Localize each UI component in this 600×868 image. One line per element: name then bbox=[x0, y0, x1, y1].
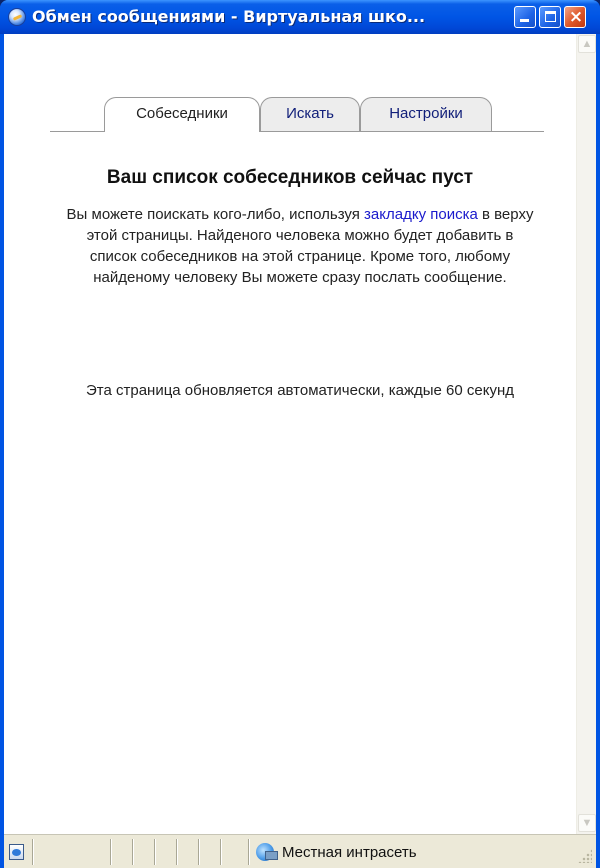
status-bar: Местная интрасеть bbox=[4, 834, 596, 868]
security-zone-label: Местная интрасеть bbox=[282, 844, 417, 861]
status-divider bbox=[154, 839, 156, 865]
status-divider bbox=[176, 839, 178, 865]
close-button[interactable]: × bbox=[564, 6, 586, 28]
status-divider bbox=[132, 839, 134, 865]
minimize-icon bbox=[520, 19, 529, 22]
scroll-up-button[interactable]: ▲ bbox=[578, 35, 596, 53]
tab-contacts[interactable]: Собеседники bbox=[104, 97, 260, 132]
intranet-zone-icon bbox=[256, 843, 278, 861]
status-divider bbox=[110, 839, 112, 865]
scroll-down-button[interactable]: ▼ bbox=[578, 814, 596, 832]
page-heading: Ваш список собеседников сейчас пуст bbox=[106, 167, 474, 188]
auto-refresh-note: Эта страница обновляется автоматически, … bbox=[85, 382, 514, 399]
close-icon: × bbox=[568, 7, 584, 27]
maximize-button[interactable] bbox=[539, 6, 561, 28]
search-tab-link[interactable]: закладку поиска bbox=[364, 206, 478, 223]
status-divider bbox=[198, 839, 200, 865]
browser-client-area: Собеседники Искать Настройки Ваш список … bbox=[4, 34, 596, 834]
tab-settings[interactable]: Настройки bbox=[360, 97, 492, 131]
status-divider bbox=[248, 839, 250, 865]
minimize-button[interactable] bbox=[514, 6, 536, 28]
empty-list-explanation: Вы можете поискать кого-либо, используя … bbox=[64, 204, 536, 288]
resize-grip-icon[interactable] bbox=[578, 849, 592, 863]
window-title: Обмен сообщениями - Виртуальная шко... bbox=[32, 7, 426, 26]
ie-globe-icon bbox=[8, 8, 26, 26]
page-icon bbox=[9, 844, 24, 860]
title-bar[interactable]: Обмен сообщениями - Виртуальная шко... × bbox=[0, 0, 600, 34]
explanation-text-start: Вы можете поискать кого-либо, используя bbox=[66, 206, 365, 223]
status-divider bbox=[32, 839, 34, 865]
tab-search[interactable]: Искать bbox=[260, 97, 360, 131]
app-window: Обмен сообщениями - Виртуальная шко... ×… bbox=[0, 0, 600, 868]
page-content: Собеседники Искать Настройки Ваш список … bbox=[4, 34, 576, 834]
chevron-down-icon: ▼ bbox=[581, 817, 593, 829]
vertical-scrollbar[interactable]: ▲ ▼ bbox=[576, 34, 596, 834]
maximize-icon bbox=[545, 11, 556, 22]
status-divider bbox=[220, 839, 222, 865]
chevron-up-icon: ▲ bbox=[581, 38, 593, 50]
